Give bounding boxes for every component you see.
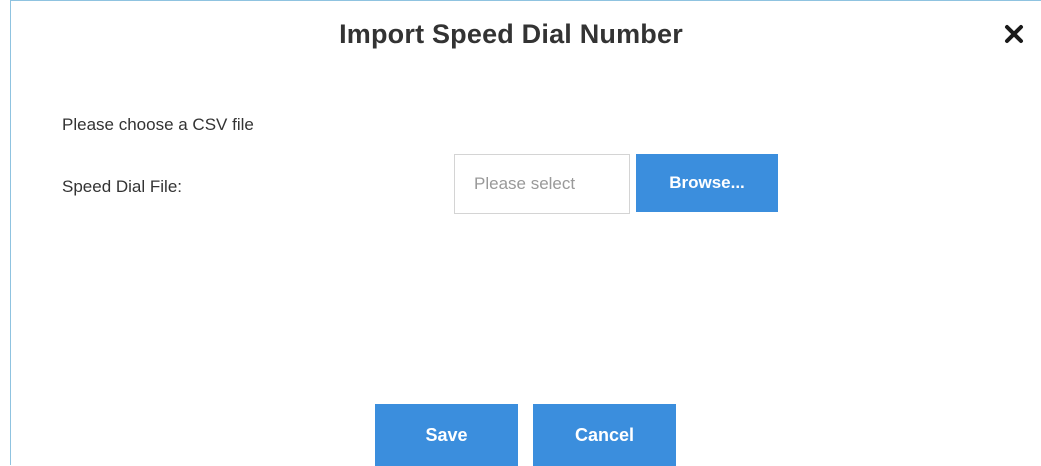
speed-dial-file-label: Speed Dial File:	[62, 177, 183, 196]
browse-button[interactable]: Browse...	[636, 154, 778, 212]
dialog-title: Import Speed Dial Number	[339, 19, 683, 49]
speed-dial-file-input[interactable]	[454, 154, 630, 214]
instruction-text: Please choose a CSV file	[62, 115, 254, 134]
import-speed-dial-dialog: Import Speed Dial Number Please choose a…	[10, 0, 1041, 466]
close-icon[interactable]	[1001, 21, 1027, 47]
cancel-button[interactable]: Cancel	[533, 404, 676, 466]
save-button[interactable]: Save	[375, 404, 518, 466]
